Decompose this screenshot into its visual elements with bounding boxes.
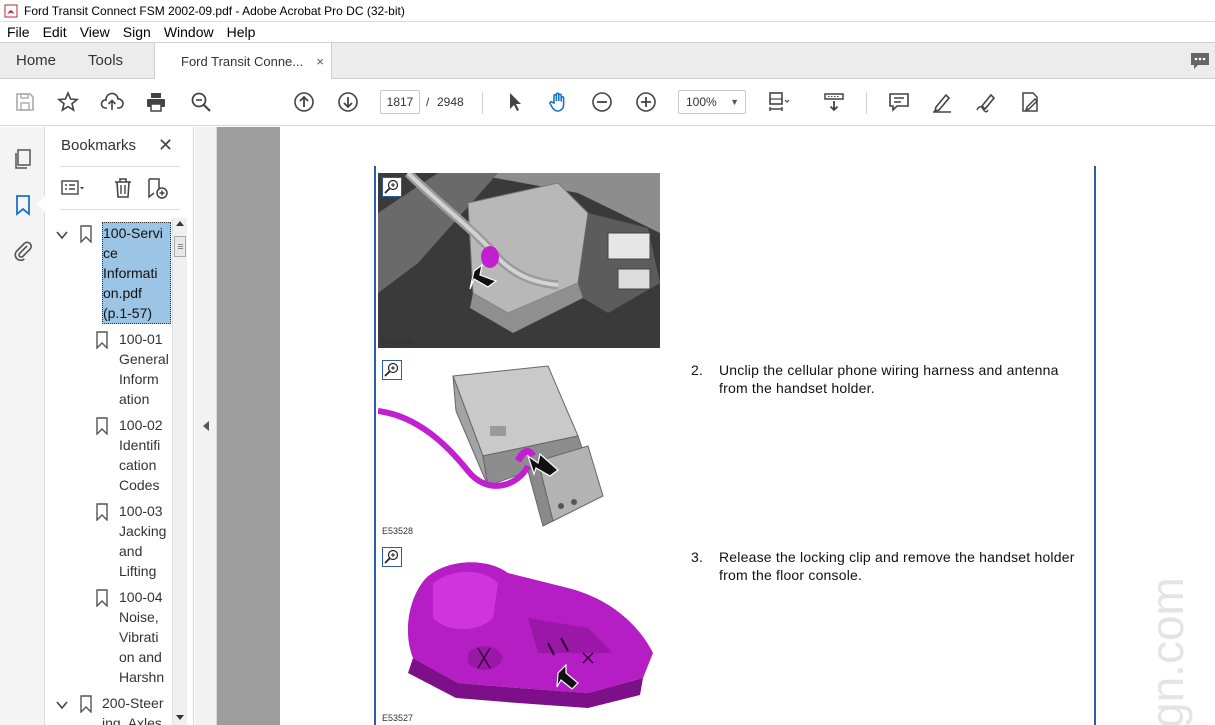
comment-icon[interactable] — [1189, 51, 1211, 71]
tab-bar: Home Tools Ford Transit Conne... × — [0, 42, 1215, 79]
bookmarks-title: Bookmarks — [61, 137, 137, 154]
tab-tools[interactable]: Tools — [72, 43, 139, 78]
bookmarks-scrollbar[interactable] — [172, 218, 187, 725]
bookmark-item-service-information[interactable]: 100-Servi ce Informati on.pdf (p.1-57) — [102, 222, 171, 324]
bookmark-item-jacking-lifting[interactable]: 100-03 Jacking and Lifting — [119, 501, 171, 581]
navigation-rail — [0, 127, 45, 725]
highlight-pen-icon[interactable] — [930, 90, 954, 114]
thumb-grip — [178, 248, 183, 249]
page-fit-icon[interactable] — [766, 90, 790, 114]
menu-window[interactable]: Window — [157, 24, 220, 40]
tab-home[interactable]: Home — [0, 43, 72, 78]
bookmark-icon — [96, 331, 108, 349]
bookmark-item-steering-axles[interactable]: 200-Steer ing, Axles — [102, 693, 172, 725]
window-title: Ford Transit Connect FSM 2002-09.pdf - A… — [24, 3, 405, 18]
fill-sign-icon[interactable] — [1018, 90, 1042, 114]
close-panel-icon[interactable]: ✕ — [158, 135, 173, 156]
bookmarks-panel-icon[interactable] — [11, 193, 35, 217]
zoom-level-value: 100% — [686, 95, 717, 109]
bookmark-icon — [80, 225, 92, 243]
scroll-down-arrow-icon[interactable] — [176, 715, 184, 720]
print-icon[interactable] — [144, 90, 168, 114]
step-text: Release the locking clip and remove the … — [719, 549, 1075, 583]
figure-floor-console-holder — [378, 543, 660, 725]
figure-handset-holder-cable — [378, 356, 660, 536]
collapse-chevron-icon[interactable] — [55, 228, 69, 242]
bookmark-item-identification-codes[interactable]: 100-02 Identifi cation Codes — [119, 415, 171, 495]
thumb-grip — [178, 244, 183, 245]
figure-cable-clip — [378, 173, 660, 348]
zoom-figure-icon[interactable] — [382, 177, 402, 197]
page-total: 2948 — [437, 95, 464, 109]
watermark-text: gn.com — [1141, 577, 1193, 725]
hand-tool-icon[interactable] — [546, 90, 570, 114]
bookmark-icon — [80, 695, 92, 713]
menu-bar: File Edit View Sign Window Help — [0, 22, 1215, 42]
panel-collapse-handle[interactable] — [195, 127, 217, 725]
zoom-out-search-icon[interactable] — [189, 90, 213, 114]
bookmark-tree: 100-Servi ce Informati on.pdf (p.1-57) 1… — [46, 219, 172, 725]
step-text: Unclip the cellular phone wiring harness… — [719, 362, 1059, 396]
bookmark-options-icon[interactable] — [60, 176, 84, 200]
acrobat-app-icon — [4, 4, 18, 17]
new-bookmark-icon[interactable] — [145, 176, 169, 200]
menu-view[interactable]: View — [73, 24, 116, 40]
draw-pen-icon[interactable] — [974, 90, 998, 114]
page-number-input[interactable]: 1817 — [380, 90, 420, 114]
step-number: 2. — [691, 362, 704, 378]
select-cursor-icon[interactable] — [503, 90, 527, 114]
menu-sign[interactable]: Sign — [116, 24, 157, 40]
step-2: 2. Unclip the cellular phone wiring harn… — [691, 361, 1086, 401]
bookmark-icon — [96, 503, 108, 521]
toolbar-divider — [482, 92, 483, 114]
figure-code: E53527 — [382, 713, 414, 723]
zoom-in-icon[interactable] — [634, 90, 658, 114]
page-frame-line — [374, 166, 376, 725]
panel-divider — [60, 166, 180, 167]
previous-page-icon[interactable] — [292, 90, 316, 114]
zoom-figure-icon[interactable] — [382, 547, 402, 567]
bookmark-item-noise-vibration[interactable]: 100-04 Noise, Vibrati on and Harshn — [119, 587, 171, 687]
active-panel-pointer — [37, 196, 45, 212]
bookmark-icon — [96, 417, 108, 435]
add-comment-icon[interactable] — [887, 90, 911, 114]
zoom-figure-icon[interactable] — [382, 360, 402, 380]
attachments-paperclip-icon[interactable] — [11, 239, 35, 263]
chevron-down-icon: ▼ — [730, 97, 739, 107]
tab-document[interactable]: Ford Transit Conne... × — [154, 43, 332, 79]
tab-document-label: Ford Transit Conne... — [181, 53, 304, 69]
close-tab-icon[interactable]: × — [316, 54, 324, 69]
bookmark-item-general-information[interactable]: 100-01 General Inform ation — [119, 329, 171, 409]
menu-file[interactable]: File — [0, 24, 36, 40]
zoom-out-icon[interactable] — [590, 90, 614, 114]
figure-code: E53528 — [382, 526, 414, 536]
menu-help[interactable]: Help — [220, 24, 262, 40]
page-thumbnails-icon[interactable] — [11, 147, 35, 171]
collapse-left-arrow-icon — [203, 421, 209, 431]
page-frame-line — [1094, 166, 1096, 725]
delete-bookmark-icon[interactable] — [111, 176, 135, 200]
panel-divider — [60, 209, 180, 210]
collapse-chevron-icon[interactable] — [55, 698, 69, 712]
upload-cloud-icon[interactable] — [100, 90, 124, 114]
step-number: 3. — [691, 549, 704, 565]
page-separator: / — [426, 95, 430, 109]
scroll-up-arrow-icon[interactable] — [176, 221, 184, 226]
zoom-level-select[interactable]: 100% ▼ — [678, 90, 746, 114]
figure-code: E53526 — [382, 338, 414, 348]
toolbar-divider — [866, 92, 867, 114]
thumb-grip — [178, 246, 183, 247]
bookmark-icon — [96, 589, 108, 607]
scrollbar-thumb[interactable] — [174, 236, 186, 257]
menu-edit[interactable]: Edit — [36, 24, 73, 40]
step-3: 3. Release the locking clip and remove t… — [691, 548, 1086, 588]
title-bar: Ford Transit Connect FSM 2002-09.pdf - A… — [0, 0, 1215, 22]
save-icon[interactable] — [13, 90, 37, 114]
scroll-mode-icon[interactable] — [822, 90, 846, 114]
next-page-icon[interactable] — [336, 90, 360, 114]
main-toolbar: 1817 / 2948 100% ▼ — [0, 79, 1215, 126]
bookmark-star-icon[interactable] — [56, 90, 80, 114]
